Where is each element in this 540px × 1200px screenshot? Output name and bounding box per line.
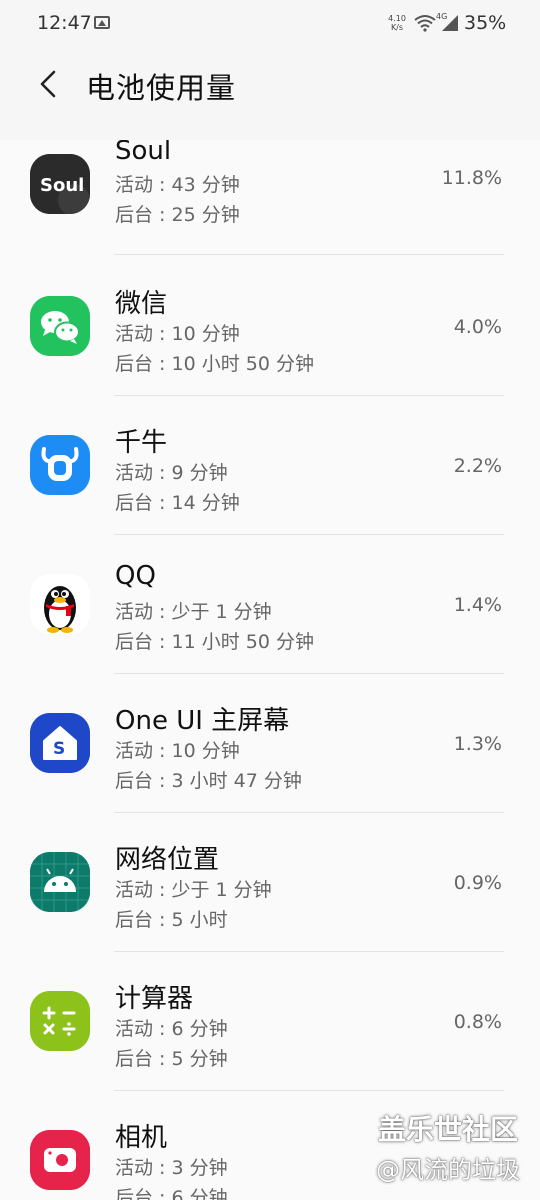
active-time: 活动 : 3 分钟 — [115, 1157, 228, 1179]
divider — [114, 1090, 504, 1091]
background-time: 后台 : 25 分钟 — [115, 204, 240, 226]
list-item-network-location[interactable]: 网络位置 活动 : 少于 1 分钟 后台 : 5 小时 0.9% — [0, 825, 540, 964]
active-time: 活动 : 少于 1 分钟 — [115, 879, 272, 901]
app-name: 网络位置 — [115, 845, 220, 875]
background-time: 后台 : 10 小时 50 分钟 — [115, 353, 314, 375]
usage-percent: 1.4% — [453, 594, 502, 616]
list-item-qianniu[interactable]: 千牛 活动 : 9 分钟 后台 : 14 分钟 2.2% — [0, 408, 540, 547]
divider — [114, 395, 504, 396]
background-time: 后台 : 3 小时 47 分钟 — [115, 770, 302, 792]
back-button[interactable] — [30, 64, 70, 104]
list-item-qq[interactable]: QQ 活动 : 少于 1 分钟 后台 : 11 小时 50 分钟 1.4% — [0, 547, 540, 686]
battery-percent: 35% — [464, 12, 507, 34]
android-icon — [30, 852, 90, 912]
list-item-wechat[interactable]: 微信 活动 : 10 分钟 后台 : 10 小时 50 分钟 4.0% — [0, 269, 540, 408]
background-time: 后台 : 5 小时 — [115, 909, 228, 931]
qianniu-icon — [30, 435, 90, 495]
app-name: 相机 — [115, 1123, 168, 1153]
active-time: 活动 : 6 分钟 — [115, 1018, 228, 1040]
status-bar: 12:47 4.10 K/s 4G 35% — [0, 0, 540, 52]
page-title: 电池使用量 — [86, 71, 237, 105]
list-item-soul[interactable]: Soul Soul 活动 : 43 分钟 后台 : 25 分钟 11.8% — [0, 140, 540, 269]
watermark-subtitle: @风流的垃圾 — [376, 1156, 520, 1184]
usage-percent: 0.9% — [453, 872, 502, 894]
active-time: 活动 : 少于 1 分钟 — [115, 601, 272, 623]
background-time: 后台 : 6 分钟 — [115, 1187, 228, 1200]
watermark-title: 盖乐世社区 — [378, 1113, 519, 1146]
soul-icon: Soul — [30, 154, 90, 214]
net-speed-unit: K/s — [390, 23, 404, 32]
active-time: 活动 : 9 分钟 — [115, 462, 228, 484]
camera-icon — [30, 1130, 90, 1190]
app-name: 计算器 — [115, 984, 194, 1014]
background-time: 后台 : 5 分钟 — [115, 1048, 228, 1070]
app-usage-list: Soul Soul 活动 : 43 分钟 后台 : 25 分钟 11.8% 微信… — [0, 140, 540, 1200]
one-ui-home-icon: S — [30, 713, 90, 773]
wifi-icon — [414, 15, 436, 32]
svg-text:Soul: Soul — [40, 175, 84, 196]
net-speed-value: 4.10 — [388, 14, 406, 23]
network-speed: 4.10 K/s — [386, 14, 408, 32]
usage-percent: 4.0% — [453, 316, 502, 338]
divider — [114, 812, 504, 813]
divider — [114, 673, 504, 674]
list-item-one-ui-home[interactable]: S One UI 主屏幕 活动 : 10 分钟 后台 : 3 小时 47 分钟 … — [0, 686, 540, 825]
usage-percent: 1.3% — [453, 733, 502, 755]
status-time: 12:47 — [37, 12, 92, 34]
background-time: 后台 : 14 分钟 — [115, 492, 240, 514]
calculator-icon — [30, 991, 90, 1051]
app-name: 微信 — [115, 289, 168, 319]
divider — [114, 951, 504, 952]
gallery-notification-icon — [94, 16, 110, 29]
active-time: 活动 : 43 分钟 — [115, 174, 240, 196]
app-name: QQ — [115, 561, 156, 591]
active-time: 活动 : 10 分钟 — [115, 740, 240, 762]
list-item-calculator[interactable]: 计算器 活动 : 6 分钟 后台 : 5 分钟 0.8% — [0, 964, 540, 1103]
app-name: Soul — [115, 140, 172, 166]
divider — [114, 534, 504, 535]
background-time: 后台 : 11 小时 50 分钟 — [115, 631, 314, 653]
svg-text:S: S — [53, 739, 65, 759]
signal-icon — [442, 15, 458, 31]
usage-percent: 2.2% — [453, 455, 502, 477]
usage-percent: 11.8% — [441, 167, 502, 189]
active-time: 活动 : 10 分钟 — [115, 323, 240, 345]
qq-penguin-icon — [30, 574, 90, 634]
usage-percent: 0.8% — [453, 1011, 502, 1033]
app-name: 千牛 — [115, 428, 168, 458]
app-header: 电池使用量 — [0, 52, 540, 140]
wechat-icon — [30, 296, 90, 356]
app-name: One UI 主屏幕 — [115, 706, 290, 736]
divider — [114, 254, 504, 255]
